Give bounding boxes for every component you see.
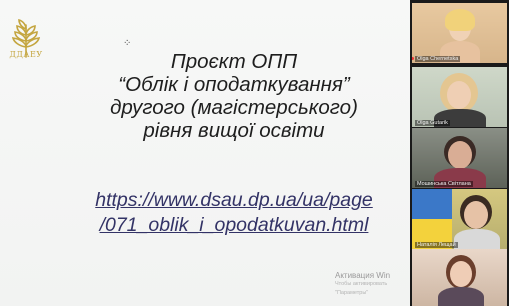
participant-face — [450, 261, 472, 287]
mic-muted-icon — [412, 57, 414, 60]
participant-tile[interactable]: Мошинська Світлана — [412, 128, 507, 188]
participant-name: Мошинська Світлана — [415, 181, 473, 187]
participant-tile[interactable]: Olga Chernetska — [412, 3, 507, 63]
participant-body — [438, 287, 484, 306]
mouse-cursor-icon: ⁘ — [123, 38, 132, 49]
activation-settings: "Параметры" — [335, 290, 369, 296]
participant-name: Наталія Лещай — [415, 242, 458, 248]
link-line[interactable]: https://www.dsau.dp.ua/ua/page — [58, 188, 410, 213]
participant-face — [464, 201, 488, 229]
participant-tile[interactable]: Наталія Лещай — [412, 189, 507, 249]
logo-label: ДДАЕУ — [9, 50, 43, 59]
title-line: Проєкт ОПП — [170, 50, 298, 73]
participant-tile[interactable]: Olga Gutarik — [412, 67, 507, 127]
title-line: другого (магістерського) — [110, 96, 358, 119]
presentation-slide: ДДАЕУ ⁘ Проєкт ОПП “Облік і оподаткуванн… — [0, 0, 410, 306]
participant-name: Olga Gutarik — [415, 120, 450, 126]
activation-hint: Чтобы активировать — [335, 281, 388, 287]
participant-tile[interactable] — [412, 249, 507, 306]
slide-title: Проєкт ОПП “Облік і оподаткування” друго… — [58, 50, 410, 142]
participant-body — [454, 229, 500, 249]
participant-hair — [445, 9, 475, 31]
program-link[interactable]: https://www.dsau.dp.ua/ua/page /071_obli… — [58, 188, 410, 238]
activation-title: Активация Win — [335, 271, 391, 280]
flag-background — [412, 189, 452, 219]
title-line: “Облік і оподаткування” — [118, 73, 350, 96]
participant-face — [448, 141, 472, 169]
title-line: рівня вищої освіти — [143, 119, 325, 142]
participant-name: Olga Chernetska — [415, 56, 461, 62]
windows-activation-watermark: Активация Win Чтобы активировать "Параме… — [335, 271, 410, 298]
participants-panel: Olga Chernetska Olga Gutarik Мошинська С… — [410, 0, 509, 306]
participant-face — [447, 81, 471, 109]
link-line[interactable]: /071_oblik_i_opodatkuvan.html — [58, 213, 410, 238]
